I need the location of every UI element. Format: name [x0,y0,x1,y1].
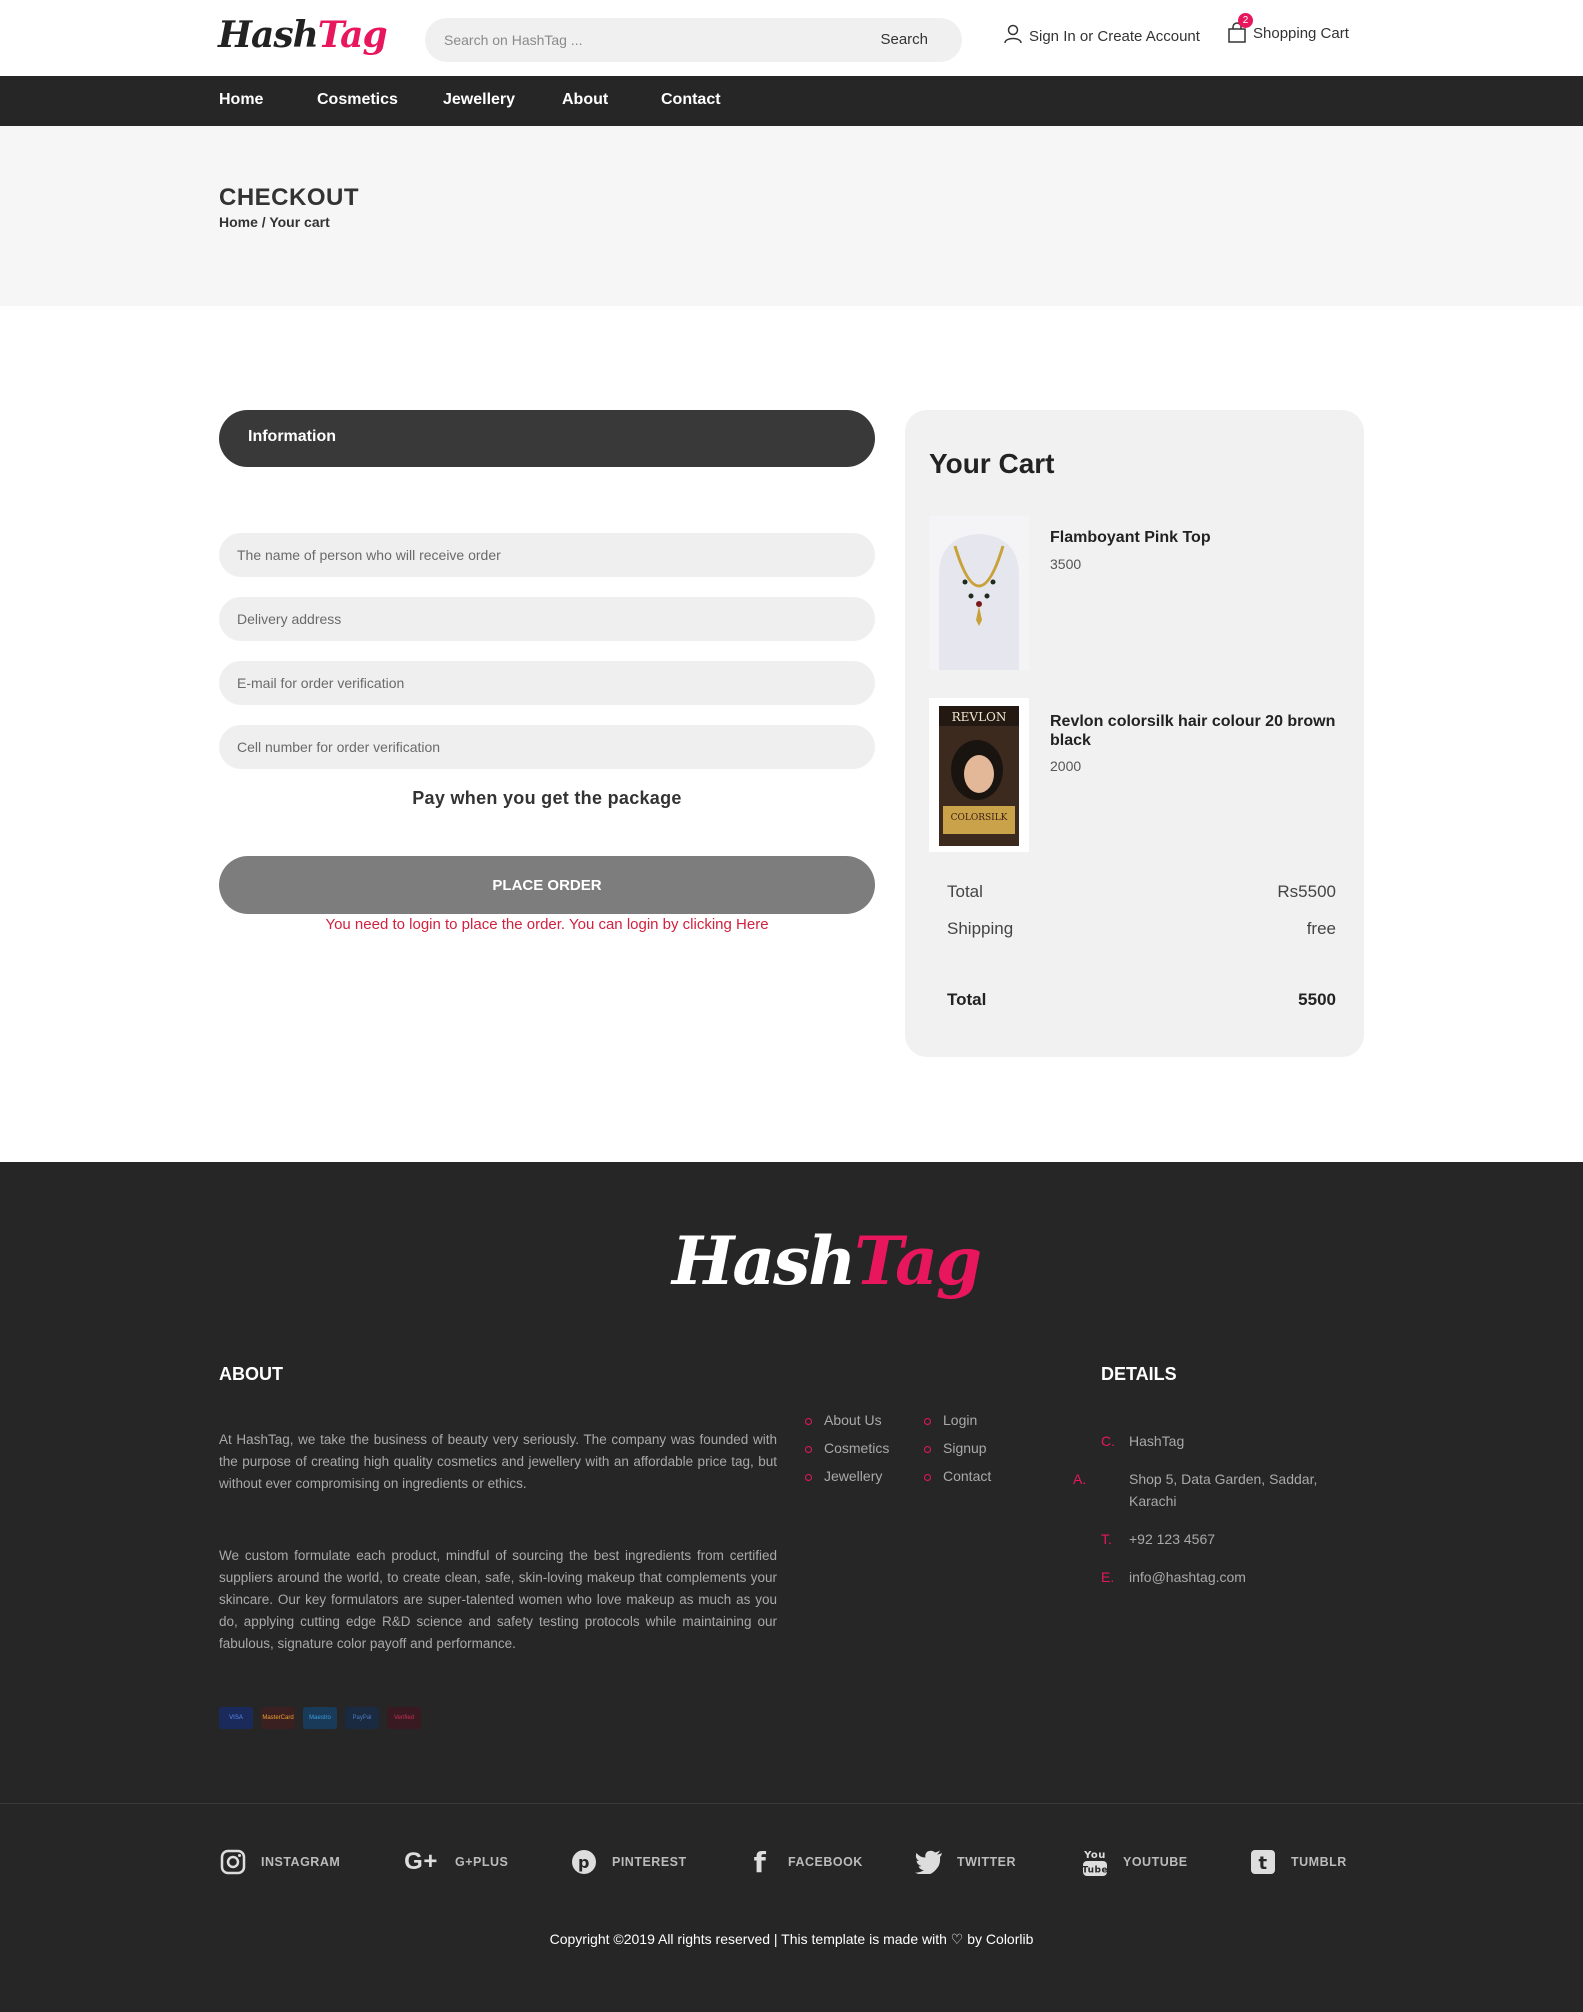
footer-about-text-1: At HashTag, we take the business of beau… [219,1432,777,1491]
nav-cosmetics[interactable]: Cosmetics [317,91,398,109]
social-tumblr[interactable]: t TUMBLR [1249,1848,1347,1876]
nav-about[interactable]: About [562,91,608,109]
footer-link-signup[interactable]: Signup [920,1440,991,1456]
phone-field[interactable] [219,725,875,769]
footer-about-text-2: We custom formulate each product, mindfu… [219,1548,777,1651]
detail-company: C. HashTag [1101,1433,1185,1449]
twitter-icon [915,1848,943,1876]
youtube-icon: You Tube [1081,1848,1109,1876]
account-link[interactable]: Sign In or Create Account [1003,24,1200,48]
svg-text:REVLON: REVLON [952,710,1007,724]
footer-link-contact[interactable]: Contact [920,1468,991,1484]
paypal-card-icon: PayPal [345,1707,379,1729]
social-instagram[interactable]: INSTAGRAM [219,1848,340,1876]
site-footer: HashTag ABOUT At HashTag, we take the bu… [0,1162,1583,2012]
svg-text:p: p [578,1853,590,1872]
pinterest-icon: p [570,1848,598,1876]
nav-home[interactable]: Home [219,91,263,109]
subtotal-value: Rs5500 [1277,882,1336,901]
shipping-value: free [1306,919,1336,938]
receiver-name-field[interactable] [219,533,875,577]
visa-card-icon: VISA [219,1707,253,1729]
information-title: Information [248,428,336,445]
footer-details-heading: DETAILS [1101,1364,1177,1384]
svg-text:t: t [1258,1853,1267,1874]
footer-logo-tag: Tag [854,1222,982,1300]
detail-address: A. Shop 5, Data Garden, Saddar, Karachi [1073,1471,1318,1509]
necklace-image[interactable] [929,516,1029,670]
top-header: HashTag Search Sign In or Create Account… [0,0,1583,76]
breadcrumb[interactable]: Home / Your cart [219,214,330,230]
place-order-button[interactable]: PLACE ORDER [219,856,875,914]
nav-jewellery[interactable]: Jewellery [443,91,515,109]
social-pinterest[interactable]: p PINTEREST [570,1848,687,1876]
footer-link-about-us[interactable]: About Us [801,1412,889,1428]
tumblr-icon: t [1249,1848,1277,1876]
google-plus-icon: G+ [404,1848,438,1875]
svg-text:COLORSILK: COLORSILK [951,813,1008,823]
svg-text:You: You [1083,1850,1106,1861]
shopping-bag-icon: 2 [1227,13,1253,44]
cart-item-name[interactable]: Flamboyant Pink Top [1050,528,1340,547]
page-title-band: CHECKOUT Home / Your cart [0,126,1583,306]
nav-contact[interactable]: Contact [661,91,721,109]
social-facebook[interactable]: f FACEBOOK [746,1845,863,1879]
footer-links-column-1: About Us Cosmetics Jewellery [801,1412,889,1496]
social-twitter[interactable]: TWITTER [915,1848,1016,1876]
login-required-note[interactable]: You need to login to place the order. Yo… [219,916,875,933]
mastercard-icon: MasterCard [261,1707,295,1729]
user-icon [1003,24,1023,48]
copyright-text: Copyright ©2019 All rights reserved | Th… [549,1931,1034,1947]
instagram-icon [219,1848,247,1876]
facebook-icon: f [753,1845,767,1879]
svg-text:Tube: Tube [1082,1866,1108,1876]
social-youtube[interactable]: You Tube YOUTUBE [1081,1848,1188,1876]
logo-hash-text: Hash [218,14,319,56]
delivery-address-field[interactable] [219,597,875,641]
payment-methods: VISA MasterCard Maestro PayPal Verified [219,1707,421,1729]
footer-logo-hash: Hash [672,1222,856,1300]
page-title: CHECKOUT [219,184,359,211]
detail-phone: T. +92 123 4567 [1101,1531,1216,1547]
cart-item-price: 2000 [1050,758,1082,774]
site-logo[interactable]: HashTag [218,14,388,56]
search-button[interactable]: Search [880,31,928,48]
detail-email[interactable]: E. info@hashtag.com [1101,1566,1246,1588]
search-bar: Search [425,18,962,62]
cart-label: Shopping Cart [1253,24,1349,42]
cart-title: Your Cart [929,448,1055,479]
logo-tag-text: Tag [317,14,388,56]
verified-card-icon: Verified [387,1707,421,1729]
social-google-plus[interactable]: G+ G+PLUS [401,1848,508,1876]
email-field[interactable] [219,661,875,705]
footer-logo[interactable]: HashTag [672,1222,982,1300]
main-nav: Home Cosmetics Jewellery About Contact [0,76,1583,126]
footer-link-login[interactable]: Login [920,1412,991,1428]
cart-summary: Your Cart Flamboyant Pink Top 3500 REVLO… [905,410,1364,1057]
payment-note: Pay when you get the package [412,788,682,808]
account-label: Sign In or Create Account [1029,27,1200,45]
search-input[interactable] [444,18,864,62]
information-section-header: Information [219,410,875,467]
cart-item-name[interactable]: Revlon colorsilk hair colour 20 brown bl… [1050,712,1340,750]
maestro-card-icon: Maestro [303,1707,337,1729]
shipping-label: Shipping [947,919,1014,938]
cart-count-badge: 2 [1238,13,1253,28]
shopping-cart-link[interactable]: 2 Shopping Cart [1227,13,1349,44]
subtotal-label: Total [947,882,983,901]
footer-link-cosmetics[interactable]: Cosmetics [801,1440,889,1456]
cart-item-price: 3500 [1050,556,1082,572]
footer-link-jewellery[interactable]: Jewellery [801,1468,889,1484]
grand-total-label: Total [947,990,987,1009]
footer-about-heading: ABOUT [219,1364,283,1384]
footer-divider [0,1803,1583,1804]
hair-colour-box-image[interactable]: REVLON COLORSILK [929,698,1029,852]
footer-links-column-2: Login Signup Contact [920,1412,991,1496]
grand-total-value: 5500 [1298,990,1336,1009]
